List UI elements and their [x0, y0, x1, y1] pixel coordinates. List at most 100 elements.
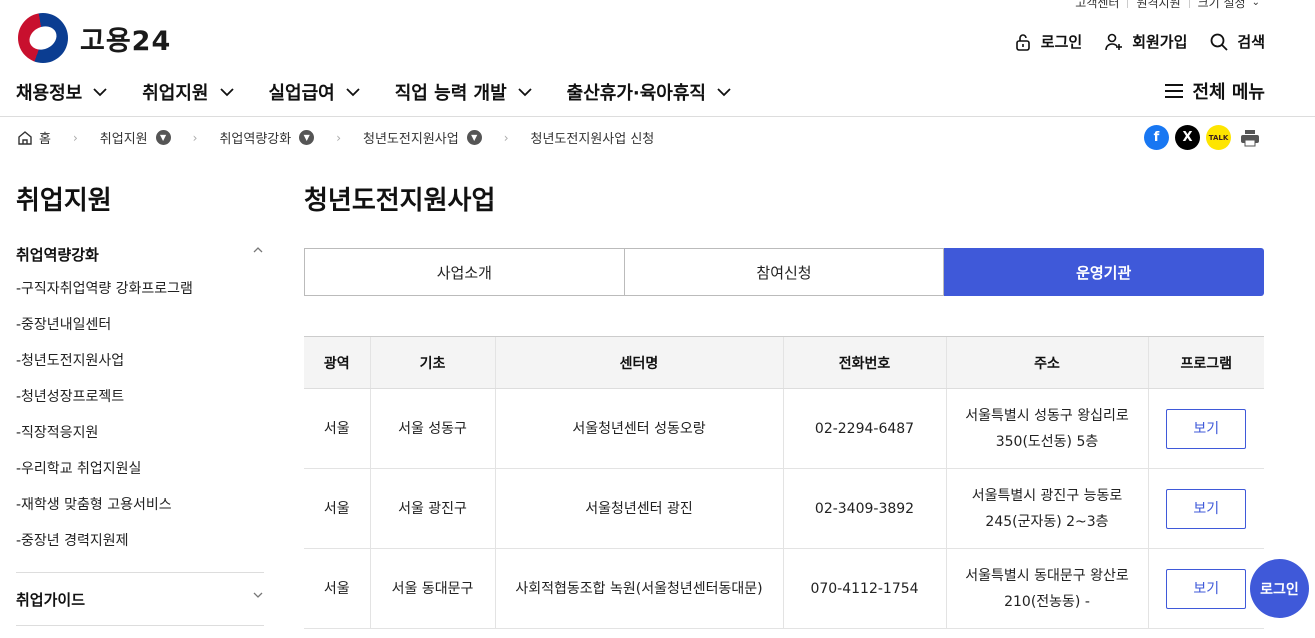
breadcrumb-home[interactable]: 홈 [17, 128, 51, 147]
column-header: 광역 [304, 336, 370, 389]
sidebar-item[interactable]: -중장년내일센터 [16, 316, 193, 352]
cell-program: 보기 [1147, 388, 1264, 469]
nav-item-parental-leave[interactable]: 출산휴가·육아휴직 [567, 79, 732, 105]
search-button[interactable]: 검색 [1209, 31, 1265, 52]
font-size-setting[interactable]: 크기 설정 [1198, 0, 1246, 11]
x-twitter-icon[interactable]: X [1175, 125, 1200, 150]
print-icon[interactable] [1237, 125, 1262, 150]
nav-item-skills-development[interactable]: 직업 능력 개발 [395, 79, 533, 105]
top-actions: 로그인 회원가입 검색 [1013, 31, 1265, 52]
chevron-down-icon[interactable]: ⌄ [1252, 0, 1260, 8]
dropdown-icon[interactable]: ▼ [466, 130, 482, 145]
all-menu-button[interactable]: 전체 메뉴 [1164, 78, 1265, 104]
sidebar-item[interactable]: -청년도전지원사업 [16, 352, 193, 388]
nav-label: 직업 능력 개발 [394, 83, 507, 104]
column-header: 주소 [945, 336, 1148, 389]
remote-support-link[interactable]: 원격지원 [1136, 0, 1180, 11]
divider [16, 572, 264, 573]
nav-item-unemployment-benefit[interactable]: 실업급여 [269, 79, 361, 105]
sidebar-group-toggle[interactable]: 취업가이드 [16, 589, 264, 610]
nav-item-jobs[interactable]: 채용정보 [16, 79, 108, 105]
breadcrumb: 홈 › 취업지원 ▼ › 취업역량강화 ▼ › 청년도전지원사업 ▼ › 청년도전지원… [17, 128, 654, 147]
breadcrumb-item[interactable]: 취업지원 ▼ [100, 128, 171, 147]
address-line: 245(군자동) 2~3층 [985, 513, 1109, 530]
floating-login-button[interactable]: 로그인 [1250, 559, 1309, 618]
sidebar-title: 취업지원 [16, 186, 112, 216]
cell-program: 보기 [1147, 468, 1264, 549]
divider [0, 116, 1315, 117]
tab-operators[interactable]: 운영기관 [944, 248, 1265, 296]
breadcrumb-item[interactable]: 취업역량강화 ▼ [219, 128, 315, 147]
utility-bar: 고객센터 원격지원 크기 설정 ⌄ [1075, 0, 1260, 11]
sidebar-item[interactable]: -재학생 맞춤형 고용서비스 [16, 496, 193, 532]
join-button[interactable]: 회원가입 [1104, 31, 1187, 52]
home-icon [18, 131, 32, 145]
dropdown-icon[interactable]: ▼ [155, 130, 171, 145]
cell-district: 서울 동대문구 [369, 548, 495, 629]
address-line: 서울특별시 광진구 능동로 [971, 487, 1123, 504]
page-title: 청년도전지원사업 [304, 186, 496, 216]
all-menu-label: 전체 메뉴 [1192, 82, 1265, 103]
cell-phone: 02-2294-6487 [782, 388, 946, 469]
tab-apply[interactable]: 참여신청 [624, 248, 945, 296]
view-button[interactable]: 보기 [1166, 488, 1247, 529]
cell-center: 서울청년센터 광진 [494, 468, 783, 549]
sidebar-list: -구직자취업역량 강화프로그램 -중장년내일센터 -청년도전지원사업 -청년성장… [16, 280, 193, 568]
tab-bar: 사업소개 참여신청 운영기관 [304, 248, 1265, 296]
cell-center: 사회적협동조합 녹원(서울청년센터동대문) [494, 548, 783, 629]
column-header: 기초 [369, 336, 495, 389]
address-line: 350(도선동) 5층 [995, 433, 1099, 450]
chevron-up-icon [253, 247, 263, 253]
lock-icon [1015, 33, 1030, 51]
user-plus-icon [1105, 33, 1123, 50]
cell-center: 서울청년센터 성동오랑 [494, 388, 783, 469]
operators-table: 광역 기초 센터명 전화번호 주소 프로그램 서울 서울 성동구 서울청년센터 … [304, 336, 1264, 629]
kakaotalk-icon[interactable]: TALK [1206, 125, 1231, 150]
chevron-down-icon [93, 88, 107, 97]
tab-intro[interactable]: 사업소개 [304, 248, 625, 296]
main-nav: 채용정보 취업지원 실업급여 직업 능력 개발 출산휴가·육아휴직 전체 메뉴 [16, 78, 1265, 106]
cell-address: 서울특별시 동대문구 왕산로 210(전농동) - [945, 548, 1148, 629]
sidebar-group-label: 취업가이드 [16, 591, 86, 609]
address-line: 서울특별시 성동구 왕십리로 [965, 407, 1129, 424]
nav-label: 출산휴가·육아휴직 [566, 83, 706, 104]
cell-address: 서울특별시 광진구 능동로 245(군자동) 2~3층 [945, 468, 1148, 549]
search-label: 검색 [1237, 33, 1265, 51]
chevron-down-icon [346, 88, 360, 97]
taegeuk-logo-icon [18, 13, 68, 63]
breadcrumb-item[interactable]: 청년도전지원사업 ▼ [363, 128, 482, 147]
cell-region: 서울 [304, 388, 370, 469]
chevron-right-icon: › [192, 130, 198, 145]
sidebar-item[interactable]: -중장년 경력지원제 [16, 532, 193, 568]
chevron-right-icon: › [72, 130, 78, 145]
cell-phone: 02-3409-3892 [782, 468, 946, 549]
facebook-icon[interactable]: f [1144, 125, 1169, 150]
nav-item-employment-support[interactable]: 취업지원 [142, 79, 234, 105]
share-buttons: f X TALK [1144, 125, 1262, 150]
divider [1127, 0, 1129, 8]
nav-label: 취업지원 [142, 83, 209, 104]
hamburger-icon [1165, 84, 1184, 98]
chevron-down-icon [518, 88, 532, 97]
view-button[interactable]: 보기 [1166, 568, 1247, 609]
login-button[interactable]: 로그인 [1013, 31, 1082, 52]
column-header: 프로그램 [1147, 336, 1264, 389]
sidebar-item[interactable]: -청년성장프로젝트 [16, 388, 193, 424]
sidebar-item[interactable]: -직장적응지원 [16, 424, 193, 460]
column-header: 전화번호 [782, 336, 946, 389]
breadcrumb-label: 청년도전지원사업 신청 [530, 132, 655, 147]
logo-text: 고용24 [80, 25, 172, 57]
printer-glyph [1240, 129, 1259, 146]
sidebar-item[interactable]: -구직자취업역량 강화프로그램 [16, 280, 193, 316]
customer-center-link[interactable]: 고객센터 [1075, 0, 1119, 11]
view-button[interactable]: 보기 [1166, 408, 1247, 449]
sidebar-item[interactable]: -우리학교 취업지원실 [16, 460, 193, 496]
cell-district: 서울 광진구 [369, 468, 495, 549]
divider [16, 625, 264, 626]
cell-district: 서울 성동구 [369, 388, 495, 469]
breadcrumb-label: 취업지원 [99, 132, 148, 147]
dropdown-icon[interactable]: ▼ [299, 130, 315, 145]
site-logo[interactable]: 고용24 [18, 13, 171, 63]
sidebar-group-toggle[interactable]: 취업역량강화 [16, 244, 264, 265]
column-header: 센터명 [494, 336, 783, 389]
